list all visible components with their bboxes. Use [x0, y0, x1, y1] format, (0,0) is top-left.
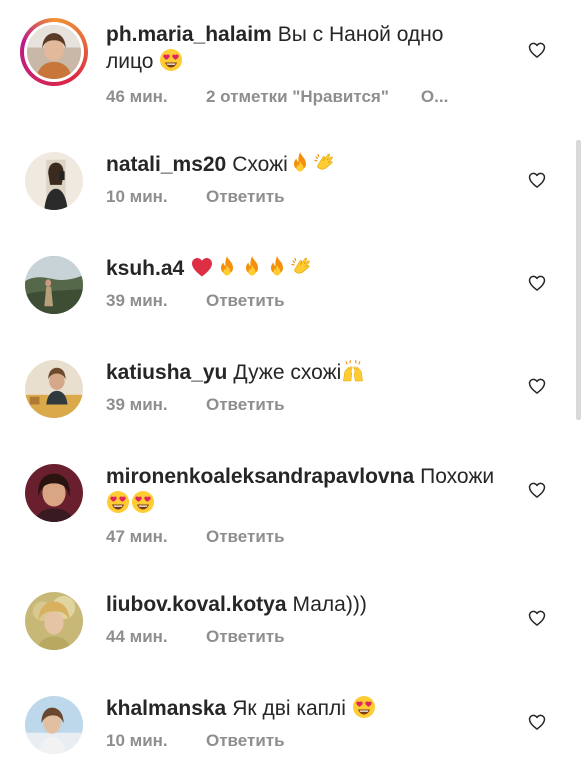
heart-outline-icon[interactable] [527, 712, 547, 732]
heart-eyes-emoji [131, 490, 155, 514]
comment-time: 44 мин. [106, 627, 168, 646]
reply-button[interactable]: Ответить [206, 731, 285, 751]
comment-body: Дуже схожі [233, 361, 342, 384]
fire-emoji [288, 151, 312, 175]
comment-time: 39 мин. [106, 291, 168, 310]
comment-username[interactable]: katiusha_yu [106, 361, 227, 384]
comment-username[interactable]: liubov.koval.kotya [106, 593, 287, 616]
avatar-photo [25, 592, 83, 650]
raised-hands-emoji [341, 359, 365, 383]
comment-meta: 44 мин. Ответить [106, 627, 285, 647]
comment-body-line2: лицо [106, 50, 154, 73]
avatar-photo [25, 360, 83, 418]
comment-text: liubov.koval.kotya Мала))) [106, 591, 506, 618]
avatar-photo [27, 25, 81, 79]
reply-button[interactable]: О... [421, 87, 448, 107]
comment-body: Як дві каплі [232, 697, 346, 720]
comment-time: 10 мин. [106, 731, 168, 750]
avatar[interactable] [25, 256, 83, 314]
comment-body: Мала))) [292, 593, 367, 616]
reply-button[interactable]: Ответить [206, 395, 285, 415]
comment-username[interactable]: mironenkoaleksandrapavlovna [106, 465, 414, 488]
avatar-photo [25, 256, 83, 314]
avatar-photo [25, 696, 83, 754]
avatar[interactable] [25, 464, 83, 522]
heart-eyes-emoji [159, 48, 183, 72]
comment-meta: 39 мин. Ответить [106, 395, 285, 415]
fire-emoji [240, 255, 264, 279]
comment-text: natali_ms20 Схожі [106, 151, 506, 178]
comment-text: ph.maria_halaim Вы с Наной одно лицо [106, 21, 506, 75]
red-heart-emoji [190, 255, 214, 279]
heart-outline-icon[interactable] [527, 608, 547, 628]
comment-likes[interactable]: 2 отметки "Нравится" [206, 87, 389, 107]
heart-eyes-emoji [352, 695, 376, 719]
avatar[interactable] [25, 152, 83, 210]
reply-button[interactable]: Ответить [206, 291, 285, 311]
avatar-photo [25, 152, 83, 210]
clap-emoji [313, 151, 337, 175]
scrollbar[interactable] [576, 140, 581, 420]
comment-body: Схожі [232, 153, 288, 176]
fire-emoji [215, 255, 239, 279]
comment-body: Похожи [420, 465, 495, 488]
avatar[interactable] [25, 360, 83, 418]
clap-emoji [290, 255, 314, 279]
comment-time: 46 мин. [106, 87, 168, 106]
reply-button[interactable]: Ответить [206, 527, 285, 547]
reply-button[interactable]: Ответить [206, 187, 285, 207]
heart-outline-icon[interactable] [527, 273, 547, 293]
heart-outline-icon[interactable] [527, 376, 547, 396]
comment-time: 39 мин. [106, 395, 168, 414]
comment-text: katiusha_yu Дуже схожі [106, 359, 506, 386]
comment-meta: 39 мин. Ответить [106, 291, 285, 311]
comment-meta: 10 мин. Ответить [106, 187, 285, 207]
heart-eyes-emoji [106, 490, 130, 514]
comment-meta: 46 мин. 2 отметки "Нравится" О... [106, 87, 448, 107]
heart-outline-icon[interactable] [527, 40, 547, 60]
avatar[interactable] [20, 18, 88, 86]
comment-username[interactable]: natali_ms20 [106, 153, 226, 176]
fire-emoji [265, 255, 289, 279]
comment-username[interactable]: khalmanska [106, 697, 226, 720]
avatar[interactable] [25, 592, 83, 650]
heart-outline-icon[interactable] [527, 480, 547, 500]
comment-text: mironenkoaleksandrapavlovna Похожи [106, 463, 506, 517]
comment-meta: 47 мин. Ответить [106, 527, 285, 547]
comment-body: Вы с Наной одно [277, 23, 444, 46]
comment-username[interactable]: ksuh.a4 [106, 257, 184, 280]
reply-button[interactable]: Ответить [206, 627, 285, 647]
comment-text: khalmanska Як дві каплі [106, 695, 506, 722]
comment-username[interactable]: ph.maria_halaim [106, 23, 272, 46]
heart-outline-icon[interactable] [527, 170, 547, 190]
avatar[interactable] [25, 696, 83, 754]
avatar-photo [25, 464, 83, 522]
comment-time: 47 мин. [106, 527, 168, 546]
comment-time: 10 мин. [106, 187, 168, 206]
comment-text: ksuh.a4 [106, 255, 506, 282]
comment-meta: 10 мин. Ответить [106, 731, 285, 751]
